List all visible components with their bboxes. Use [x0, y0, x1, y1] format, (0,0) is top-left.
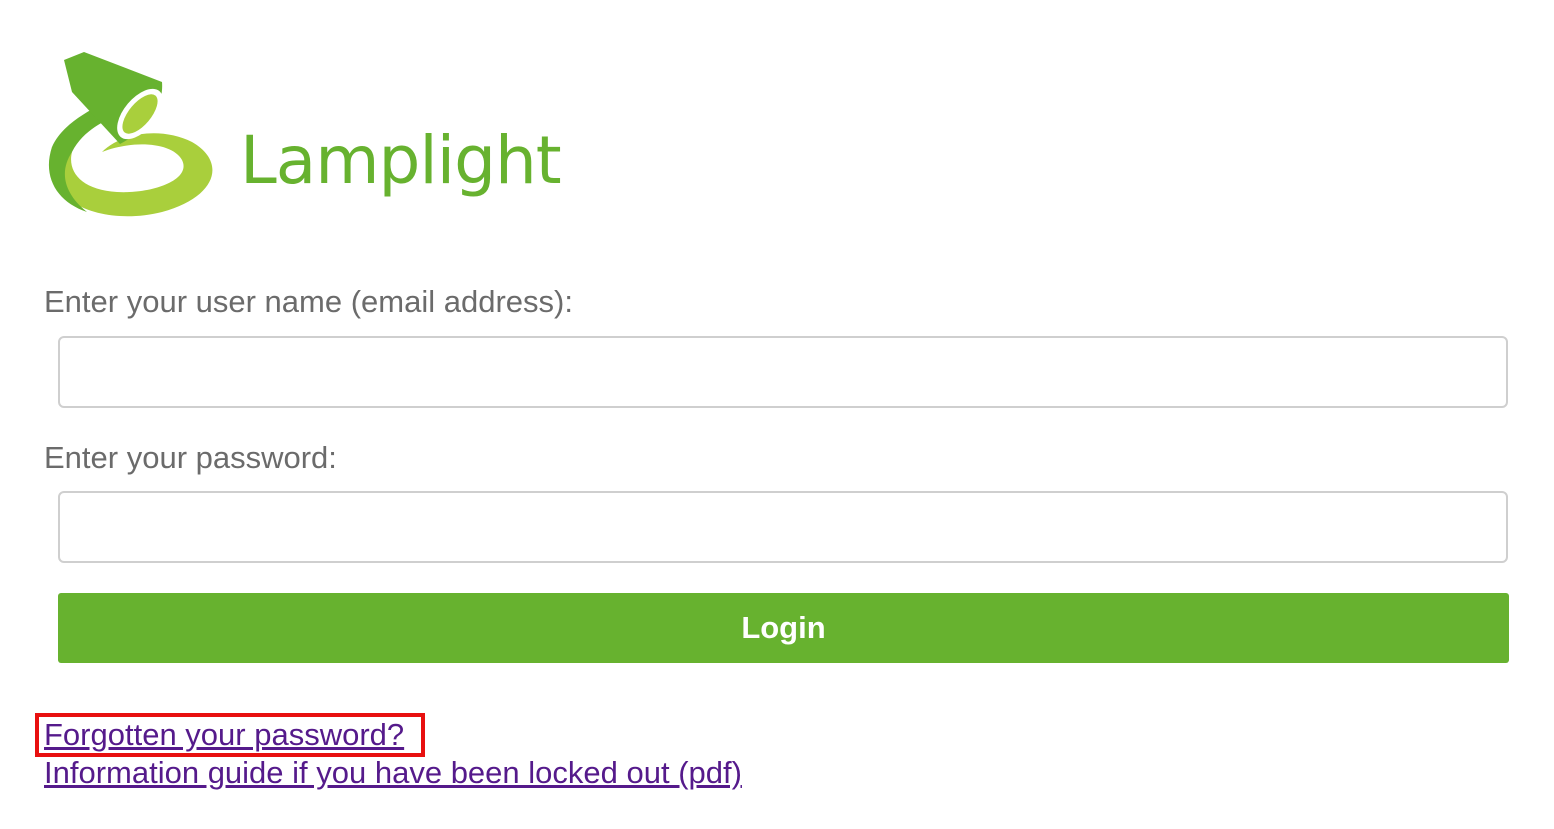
locked-out-guide-link[interactable]: Information guide if you have been locke… — [44, 754, 742, 792]
username-field[interactable] — [58, 336, 1508, 408]
password-label: Enter your password: — [44, 440, 337, 475]
forgot-password-link[interactable]: Forgotten your password? — [44, 716, 742, 754]
username-label: Enter your user name (email address): — [44, 284, 573, 319]
lamplight-logo: Lamplight — [42, 52, 582, 222]
login-button[interactable]: Login — [58, 593, 1509, 663]
lamp-icon — [48, 52, 213, 217]
password-field[interactable] — [58, 491, 1508, 563]
logo-text: Lamplight — [240, 122, 562, 199]
help-links: Forgotten your password? Information gui… — [44, 716, 742, 792]
